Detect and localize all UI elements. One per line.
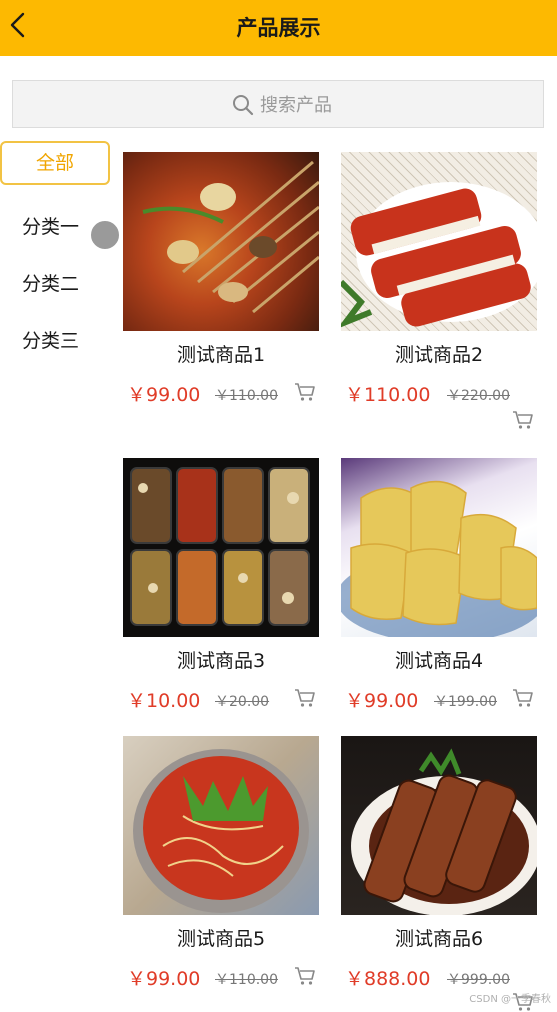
product-name: 测试商品1 [176, 344, 266, 366]
product-price: ￥99.00 [345, 690, 419, 712]
category-2[interactable]: 分类二 [22, 269, 79, 296]
cart-icon[interactable] [294, 688, 316, 708]
header-bar: 产品展示 [0, 0, 557, 56]
search-bar[interactable] [12, 80, 544, 128]
product-image[interactable] [123, 736, 319, 915]
product-image[interactable] [341, 458, 537, 637]
product-price: ￥99.00 [127, 968, 201, 990]
product-name: 测试商品6 [394, 928, 484, 950]
product-name: 测试商品2 [394, 344, 484, 366]
product-price: ￥110.00 [345, 384, 431, 406]
cart-icon[interactable] [294, 966, 316, 986]
cart-icon[interactable] [512, 688, 534, 708]
product-card[interactable]: 测试商品3 ￥10.00 ￥20.00 [123, 458, 319, 718]
product-image[interactable] [123, 152, 319, 331]
cart-icon[interactable] [294, 382, 316, 402]
product-original-price: ￥20.00 [215, 694, 270, 710]
category-all[interactable]: 全部 [0, 141, 110, 185]
product-image[interactable] [341, 736, 537, 915]
product-image[interactable] [341, 152, 537, 331]
product-price: ￥99.00 [127, 384, 201, 406]
search-input[interactable] [260, 92, 460, 118]
floating-drag-handle[interactable] [89, 219, 121, 251]
product-original-price: ￥999.00 [447, 972, 510, 988]
product-image[interactable] [123, 458, 319, 637]
watermark: CSDN @一季春秋 [469, 994, 551, 1005]
search-icon [233, 95, 254, 116]
product-original-price: ￥110.00 [215, 972, 278, 988]
product-card[interactable]: 测试商品2 ￥110.00 ￥220.00 [341, 152, 537, 442]
product-card[interactable]: 测试商品1 ￥99.00 ￥110.00 [123, 152, 319, 412]
category-1[interactable]: 分类一 [22, 212, 79, 239]
product-card[interactable]: 测试商品6 ￥888.00 ￥999.00 [341, 736, 537, 1011]
page-title: 产品展示 [236, 16, 321, 40]
product-card[interactable]: 测试商品5 ￥99.00 ￥110.00 [123, 736, 319, 996]
cart-icon[interactable] [512, 410, 534, 430]
product-name: 测试商品3 [176, 650, 266, 672]
category-3[interactable]: 分类三 [22, 326, 79, 353]
product-name: 测试商品5 [176, 928, 266, 950]
product-price: ￥888.00 [345, 968, 431, 990]
product-price: ￥10.00 [127, 690, 201, 712]
product-original-price: ￥220.00 [447, 388, 510, 404]
product-card[interactable]: 测试商品4 ￥99.00 ￥199.00 [341, 458, 537, 718]
product-name: 测试商品4 [394, 650, 484, 672]
product-original-price: ￥110.00 [215, 388, 278, 404]
product-original-price: ￥199.00 [434, 694, 497, 710]
